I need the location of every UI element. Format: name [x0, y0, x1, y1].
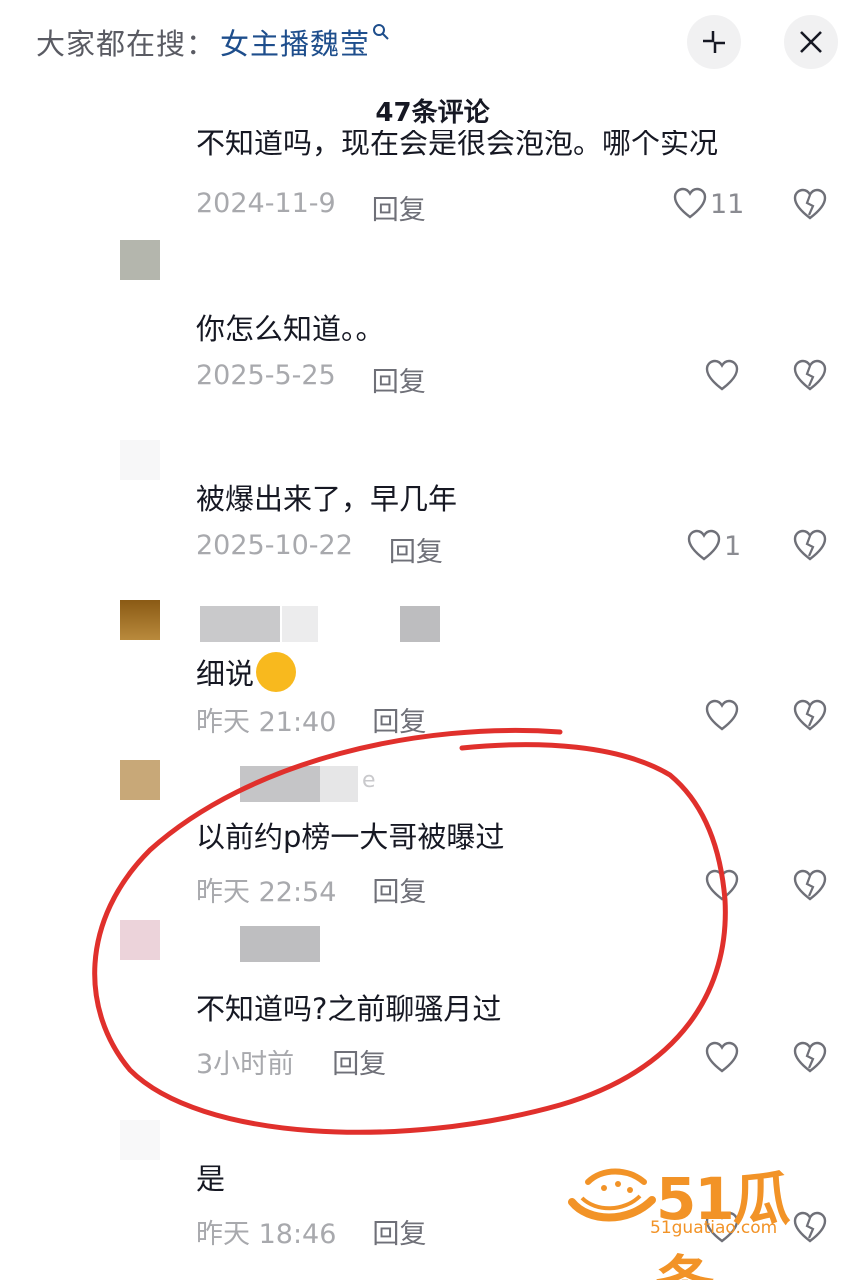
partial-comment-text-content: 不知道吗，现在会是很会泡泡。哪个实况: [196, 130, 719, 160]
like-button[interactable]: [704, 866, 740, 906]
comment-text: 细说: [196, 644, 297, 693]
heart-outline-icon: [705, 869, 739, 901]
comment-time: 昨天 21:40: [196, 707, 337, 738]
comment-text: 不知道吗?之前聊骚月过: [196, 992, 502, 1026]
trending-search-hint[interactable]: 大家都在搜： 女主播魏莹: [36, 20, 390, 64]
comment-meta: 2025-5-25 回复: [196, 360, 426, 399]
laugh-cry-emoji-icon: [256, 652, 297, 692]
avatar[interactable]: [120, 760, 160, 800]
author-name-redacted: [320, 766, 358, 802]
like-button[interactable]: [704, 1038, 740, 1078]
comment-count-title: 47条评论: [375, 98, 490, 128]
reply-button[interactable]: 回复: [372, 188, 426, 227]
dislike-heart-icon[interactable]: [792, 528, 828, 564]
like-count: 11: [710, 188, 745, 220]
like-button[interactable]: 11: [672, 184, 744, 224]
comment-text-content: 细说: [196, 657, 255, 691]
reply-button[interactable]: 回复: [372, 700, 426, 739]
comment-meta: 2024-11-9 回复: [196, 188, 426, 227]
avatar[interactable]: [120, 440, 160, 480]
close-icon: [800, 31, 822, 53]
like-button[interactable]: 1: [686, 526, 741, 566]
author-name-redacted[interactable]: [240, 766, 320, 802]
dislike-heart-icon[interactable]: [792, 698, 828, 734]
author-name-redacted[interactable]: [200, 606, 280, 642]
comment-text: 以前约p榜一大哥被曝过: [196, 820, 505, 854]
dislike-heart-icon[interactable]: [792, 187, 828, 223]
comment-text: 是: [196, 1162, 226, 1196]
comment-panel: { "header": { "search_prefix": "大家都在搜：",…: [0, 0, 865, 1280]
comment-meta: 昨天 18:46 回复: [196, 1212, 426, 1251]
watermark-brand: 51瓜条: [656, 1165, 791, 1280]
comment-time: 2024-11-9: [196, 188, 336, 219]
like-button[interactable]: [704, 696, 740, 736]
reply-button[interactable]: 回复: [389, 530, 443, 569]
avatar[interactable]: [120, 1120, 160, 1160]
author-name-redacted: [282, 606, 318, 642]
watermelon-logo-icon: [568, 1168, 656, 1222]
comment-text: 你怎么知道。。: [196, 312, 385, 346]
partial-comment-text: 不知道吗，现在会是很会泡泡。哪个实况: [196, 130, 796, 170]
trending-search-term[interactable]: 女主播魏莹: [220, 21, 370, 63]
site-watermark: 51瓜条 51guatiao.com: [568, 1158, 838, 1280]
heart-outline-icon: [687, 529, 721, 561]
comment-meta: 2025-10-22 回复: [196, 530, 443, 569]
like-count: 1: [724, 530, 742, 562]
comment-text: 被爆出来了，早几年: [196, 482, 458, 516]
dislike-heart-icon[interactable]: [792, 1040, 828, 1076]
avatar[interactable]: [120, 600, 160, 640]
comment-meta: 昨天 22:54 回复: [196, 870, 426, 909]
reply-button[interactable]: 回复: [372, 360, 426, 399]
heart-outline-icon: [705, 359, 739, 391]
avatar[interactable]: [120, 240, 160, 280]
comment-time: 2025-5-25: [196, 360, 336, 391]
reply-button[interactable]: 回复: [372, 1212, 426, 1251]
collapse-button[interactable]: [687, 15, 741, 69]
dislike-heart-icon[interactable]: [792, 358, 828, 394]
comment-time: 2025-10-22: [196, 530, 353, 561]
heart-outline-icon: [705, 699, 739, 731]
comment-meta: 昨天 21:40 回复: [196, 700, 426, 739]
reply-button[interactable]: 回复: [332, 1042, 386, 1081]
like-button[interactable]: [704, 356, 740, 396]
trending-search-prefix: 大家都在搜：: [36, 27, 217, 61]
reply-button[interactable]: 回复: [372, 870, 426, 909]
comment-time: 3小时前: [196, 1049, 295, 1080]
avatar[interactable]: [120, 920, 160, 960]
comment-time: 昨天 18:46: [196, 1219, 337, 1250]
heart-outline-icon: [705, 1041, 739, 1073]
collapse-icon: [703, 31, 725, 53]
heart-outline-icon: [673, 187, 707, 219]
watermark-url: 51guatiao.com: [650, 1218, 778, 1238]
comment-meta: 3小时前 回复: [196, 1042, 386, 1081]
author-name-suffix: e: [362, 768, 376, 793]
search-mini-icon: [372, 22, 390, 46]
author-name-redacted: [400, 606, 440, 642]
author-name-redacted[interactable]: [240, 926, 320, 962]
dislike-heart-icon[interactable]: [792, 868, 828, 904]
comment-time: 昨天 22:54: [196, 877, 337, 908]
close-button[interactable]: [784, 15, 838, 69]
